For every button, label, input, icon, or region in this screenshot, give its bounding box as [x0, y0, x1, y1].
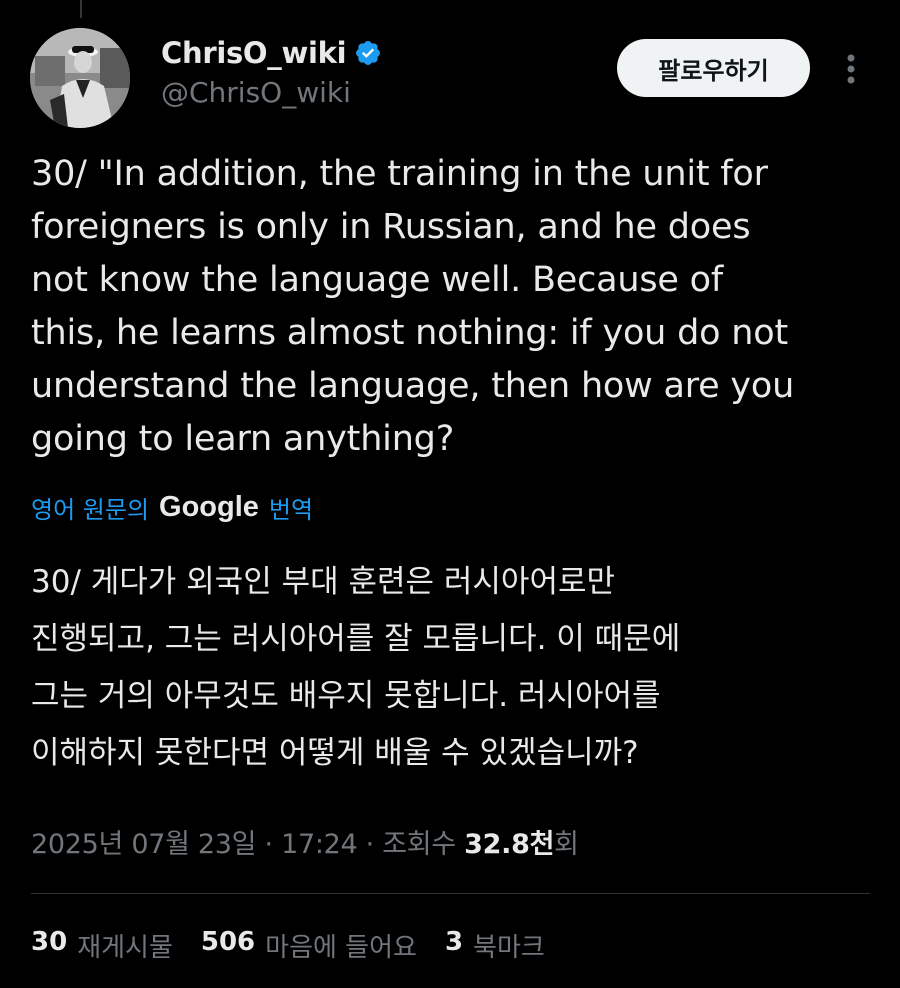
verified-badge-icon — [356, 41, 381, 65]
reposts-label: 재게시물 — [77, 933, 173, 963]
views-count: 32.8천 — [464, 829, 555, 860]
views-label: 조회수 — [382, 829, 465, 860]
tweet-text: 30/ "In addition, the training in the un… — [31, 154, 795, 459]
likes-label: 마음에 들어요 — [265, 933, 417, 963]
author-display-name[interactable]: ChrisO_wiki — [161, 36, 347, 70]
avatar-image — [30, 28, 130, 128]
translation-attribution[interactable]: 영어 원문의 Google 번역 — [31, 490, 313, 525]
meta-separator: · — [357, 829, 383, 860]
more-vertical-icon — [847, 54, 855, 84]
reposts-stat[interactable]: 30 재게시물 — [31, 927, 173, 964]
bookmarks-count: 3 — [444, 927, 464, 957]
tweet-metadata: 2025년 07월 23일 · 17:24 · 조회수 32.8천회 — [31, 822, 579, 861]
thread-connector-line — [80, 0, 82, 18]
author-name-row: ChrisO_wiki — [161, 36, 382, 70]
more-options-button[interactable] — [836, 50, 866, 90]
follow-button[interactable]: 팔로우하기 — [617, 39, 810, 97]
author-handle[interactable]: @ChrisO_wiki — [161, 76, 382, 109]
author-info[interactable]: ChrisO_wiki @ChrisO_wiki — [161, 36, 382, 109]
likes-stat[interactable]: 506 마음에 들어요 — [201, 927, 417, 964]
tweet-date[interactable]: 2025년 07월 23일 — [31, 829, 257, 860]
translation-label[interactable]: 번역 — [269, 490, 313, 525]
reposts-count: 30 — [31, 927, 68, 957]
divider — [31, 893, 870, 894]
avatar[interactable] — [30, 28, 130, 128]
bookmarks-stat[interactable]: 3 북마크 — [445, 927, 545, 964]
meta-separator: · — [256, 829, 282, 860]
translation-source-label[interactable]: 영어 원문의 — [31, 490, 149, 525]
engagement-stats: 30 재게시물 506 마음에 들어요 3 북마크 — [31, 927, 545, 964]
views-suffix: 회 — [554, 829, 579, 860]
translated-text: 30/ 게다가 외국인 부대 훈련은 러시아어로만 진행되고, 그는 러시아어를… — [31, 564, 681, 771]
likes-count: 506 — [200, 927, 256, 957]
tweet-time[interactable]: 17:24 — [281, 829, 358, 860]
bookmarks-label: 북마크 — [473, 933, 545, 963]
google-logo: Google — [159, 491, 259, 523]
